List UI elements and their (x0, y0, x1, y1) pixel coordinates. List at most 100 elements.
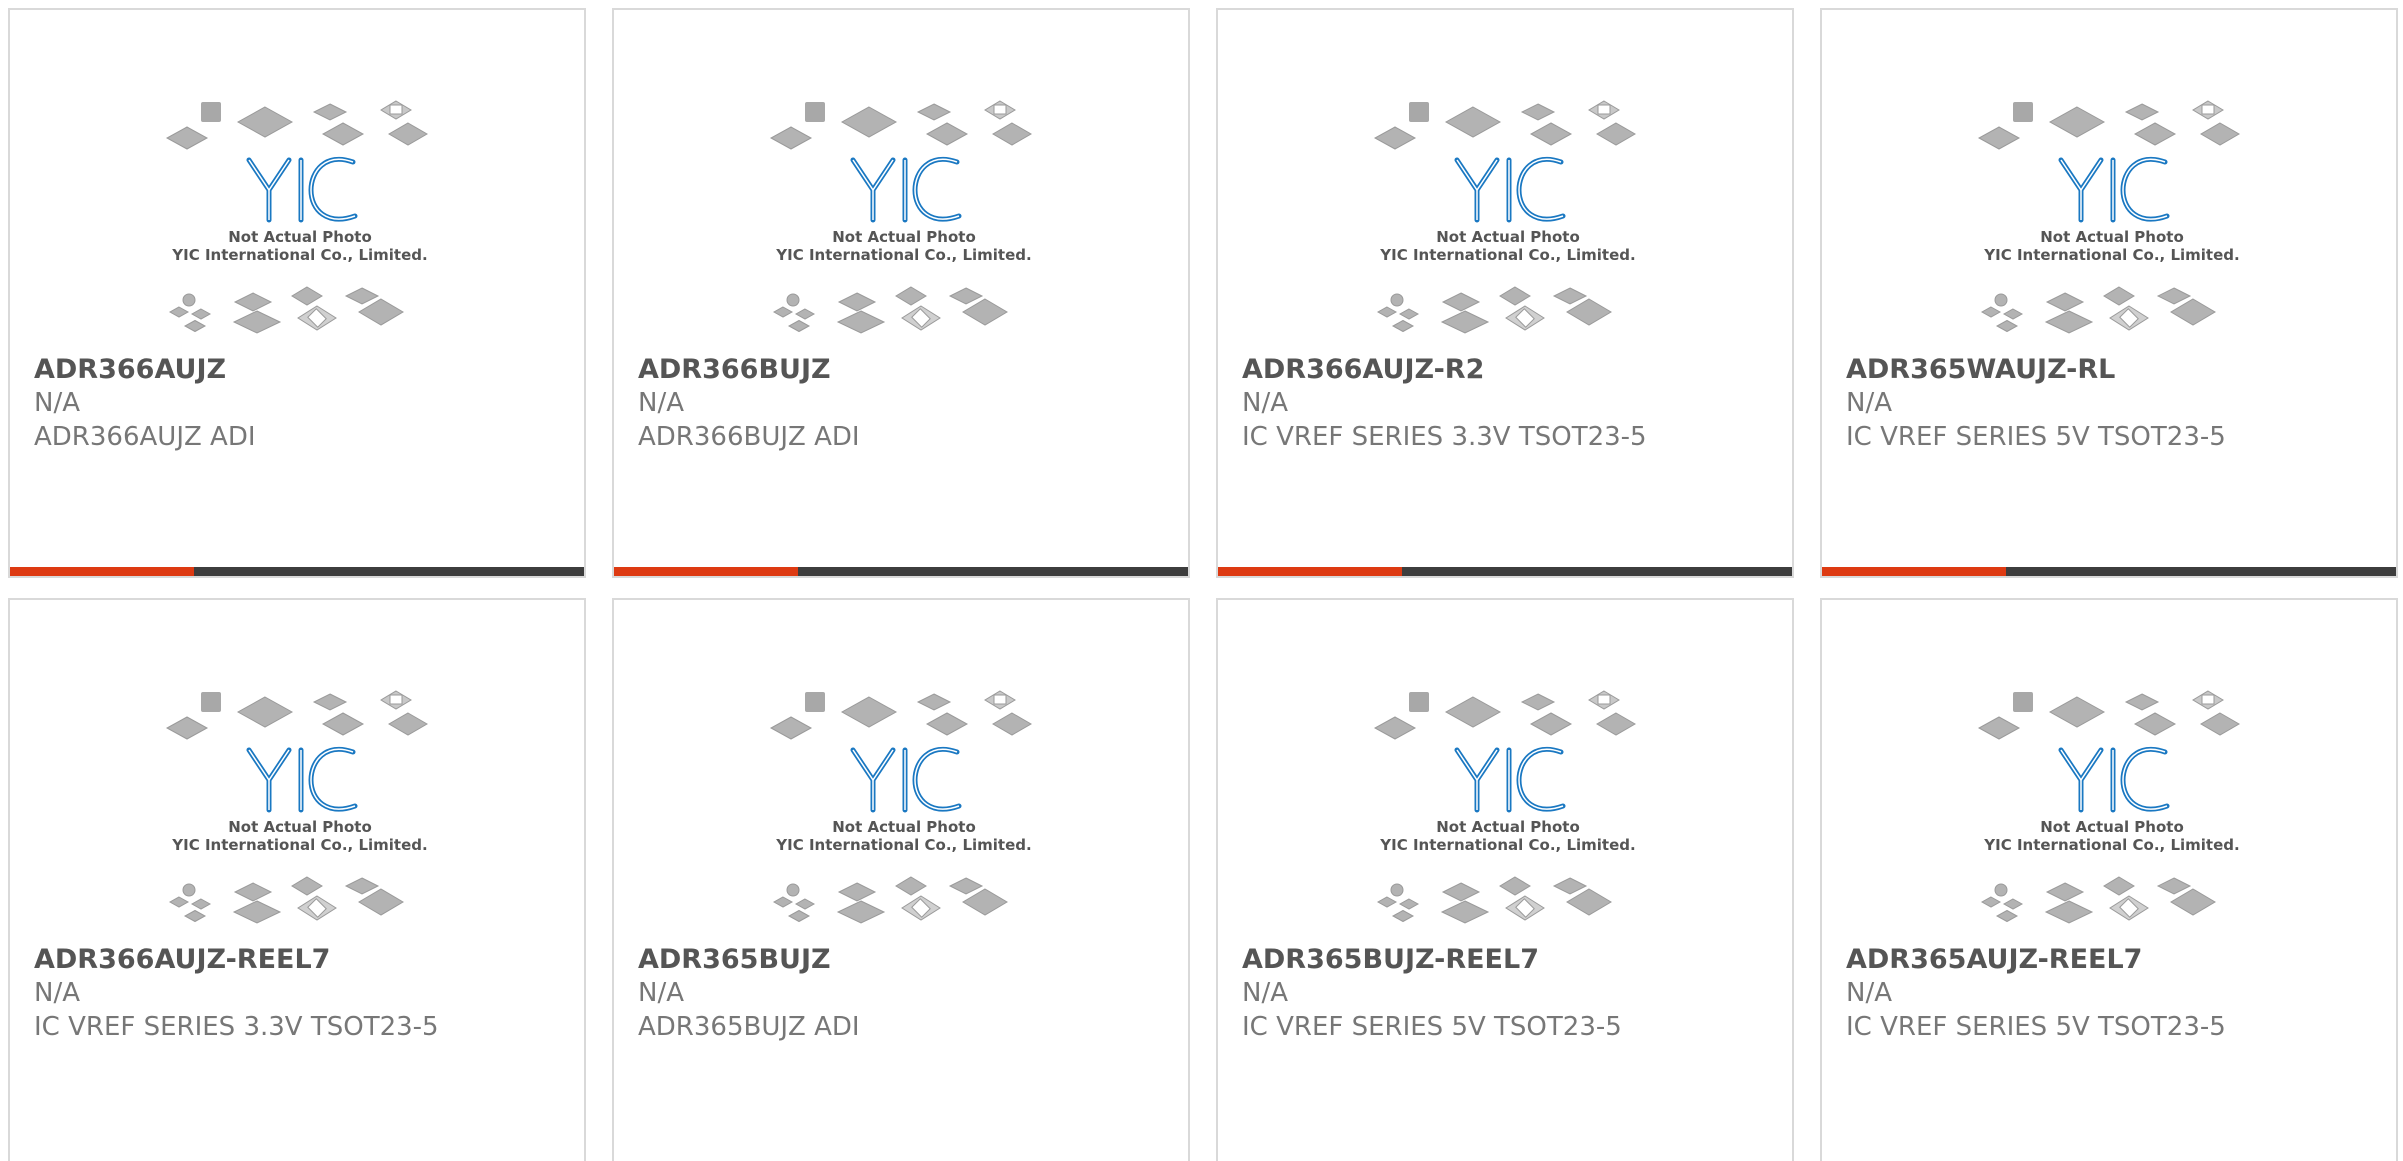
chip-shape (993, 104, 1007, 115)
chip-shape (1409, 692, 1429, 712)
chip-shape (1520, 103, 1556, 121)
placeholder-company: YIC International Co., Limited. (1983, 836, 2239, 854)
product-card[interactable]: Not Actual Photo YIC International Co., L… (1216, 598, 1794, 1161)
placeholder-company: YIC International Co., Limited. (171, 836, 427, 854)
chip-shape (1597, 104, 1611, 115)
chip-shape (389, 104, 403, 115)
placeholder-company: YIC International Co., Limited. (775, 246, 1031, 264)
product-description: ADR366BUJZ ADI (638, 422, 860, 452)
chip-shape (182, 293, 196, 307)
placeholder-graphic: Not Actual PhotoYIC International Co., L… (165, 100, 428, 334)
chip-shape (1994, 883, 2008, 897)
product-part-number[interactable]: ADR366BUJZ (638, 354, 831, 385)
product-manufacturer: N/A (34, 978, 80, 1008)
product-card[interactable]: Not Actual Photo YIC International Co., L… (1820, 8, 2398, 578)
chip-shape (321, 712, 365, 736)
chip-shape (1980, 306, 2002, 318)
chip-shape (2044, 310, 2094, 334)
product-part-number[interactable]: ADR366AUJZ (34, 354, 226, 385)
product-description: IC VREF SERIES 5V TSOT23-5 (1846, 1012, 2226, 1042)
chip-shape (1444, 106, 1502, 138)
chip-shape (787, 909, 811, 923)
chip-shape (312, 693, 348, 711)
product-part-number[interactable]: ADR365AUJZ-REEL7 (1846, 944, 2142, 975)
chip-shape (182, 883, 196, 897)
chip-shape (1520, 693, 1556, 711)
chip-shape (805, 102, 825, 122)
product-part-number[interactable]: ADR365BUJZ-REEL7 (1242, 944, 1539, 975)
chip-shape (1995, 909, 2019, 923)
product-description: IC VREF SERIES 3.3V TSOT23-5 (1242, 422, 1647, 452)
chip-shape (2124, 693, 2160, 711)
placeholder-company: YIC International Co., Limited. (171, 246, 427, 264)
chip-shape (1980, 896, 2002, 908)
chip-shape (993, 694, 1007, 705)
chip-shape (836, 900, 886, 924)
chip-shape (2156, 877, 2192, 895)
product-card[interactable]: Not Actual Photo YIC International Co., L… (1820, 598, 2398, 1161)
chip-shape (165, 126, 209, 150)
chip-shape (1977, 716, 2021, 740)
chip-shape (1373, 126, 1417, 150)
yic-logo-icon (2058, 746, 2170, 813)
product-card[interactable]: Not Actual Photo YIC International Co., L… (612, 598, 1190, 1161)
product-part-number[interactable]: ADR365WAUJZ-RL (1846, 354, 2115, 385)
product-card[interactable]: Not Actual Photo YIC International Co., L… (1216, 8, 1794, 578)
yic-logo-icon (850, 156, 962, 223)
chip-shape (2103, 286, 2135, 306)
chip-shape (1441, 882, 1481, 902)
card-accent-bar (10, 567, 584, 576)
chip-shape (291, 286, 323, 306)
chip-shape (388, 712, 428, 736)
chip-shape (2048, 696, 2106, 728)
chip-shape (190, 898, 212, 910)
chip-shape (344, 877, 380, 895)
chip-shape (1529, 122, 1573, 146)
chip-shape (840, 696, 898, 728)
chip-shape (962, 298, 1008, 326)
chip-shape (2002, 308, 2024, 320)
yic-logo-icon (850, 746, 962, 813)
chip-shape (232, 310, 282, 334)
chip-shape (1409, 102, 1429, 122)
yic-logo-icon (246, 746, 358, 813)
product-image: Not Actual Photo YIC International Co., L… (1373, 100, 1643, 350)
chip-shape (2133, 712, 2177, 736)
chip-shape (925, 122, 969, 146)
product-description: ADR365BUJZ ADI (638, 1012, 860, 1042)
chip-shape (794, 308, 816, 320)
chip-shape (358, 888, 404, 916)
placeholder-caption: Not Actual Photo (2040, 818, 2184, 836)
chip-shape (916, 693, 952, 711)
placeholder-caption: Not Actual Photo (832, 818, 976, 836)
placeholder-caption: Not Actual Photo (832, 228, 976, 246)
product-manufacturer: N/A (638, 978, 684, 1008)
chip-shape (769, 716, 813, 740)
chip-shape (291, 876, 323, 896)
chip-shape (2002, 898, 2024, 910)
product-card[interactable]: Not Actual Photo YIC International Co., L… (8, 598, 586, 1161)
product-card[interactable]: Not Actual Photo YIC International Co., L… (612, 8, 1190, 578)
chip-shape (321, 122, 365, 146)
chip-shape (1441, 292, 1481, 312)
chip-shape (1994, 293, 2008, 307)
product-part-number[interactable]: ADR366AUJZ-R2 (1242, 354, 1484, 385)
chip-shape (916, 103, 952, 121)
chip-shape (2124, 103, 2160, 121)
product-part-number[interactable]: ADR365BUJZ (638, 944, 831, 975)
yic-logo-icon (246, 156, 358, 223)
product-part-number[interactable]: ADR366AUJZ-REEL7 (34, 944, 330, 975)
chip-shape (1596, 122, 1636, 146)
chip-shape (183, 319, 207, 333)
card-accent-bar (614, 567, 1188, 576)
chip-shape (201, 692, 221, 712)
chip-shape (787, 319, 811, 333)
product-description: IC VREF SERIES 5V TSOT23-5 (1242, 1012, 1622, 1042)
chip-shape (948, 287, 984, 305)
chip-shape (233, 292, 273, 312)
chip-shape (2013, 692, 2033, 712)
chip-shape (948, 877, 984, 895)
chip-shape (2045, 882, 2085, 902)
product-card[interactable]: Not Actual Photo YIC International Co., L… (8, 8, 586, 578)
chip-shape (837, 292, 877, 312)
